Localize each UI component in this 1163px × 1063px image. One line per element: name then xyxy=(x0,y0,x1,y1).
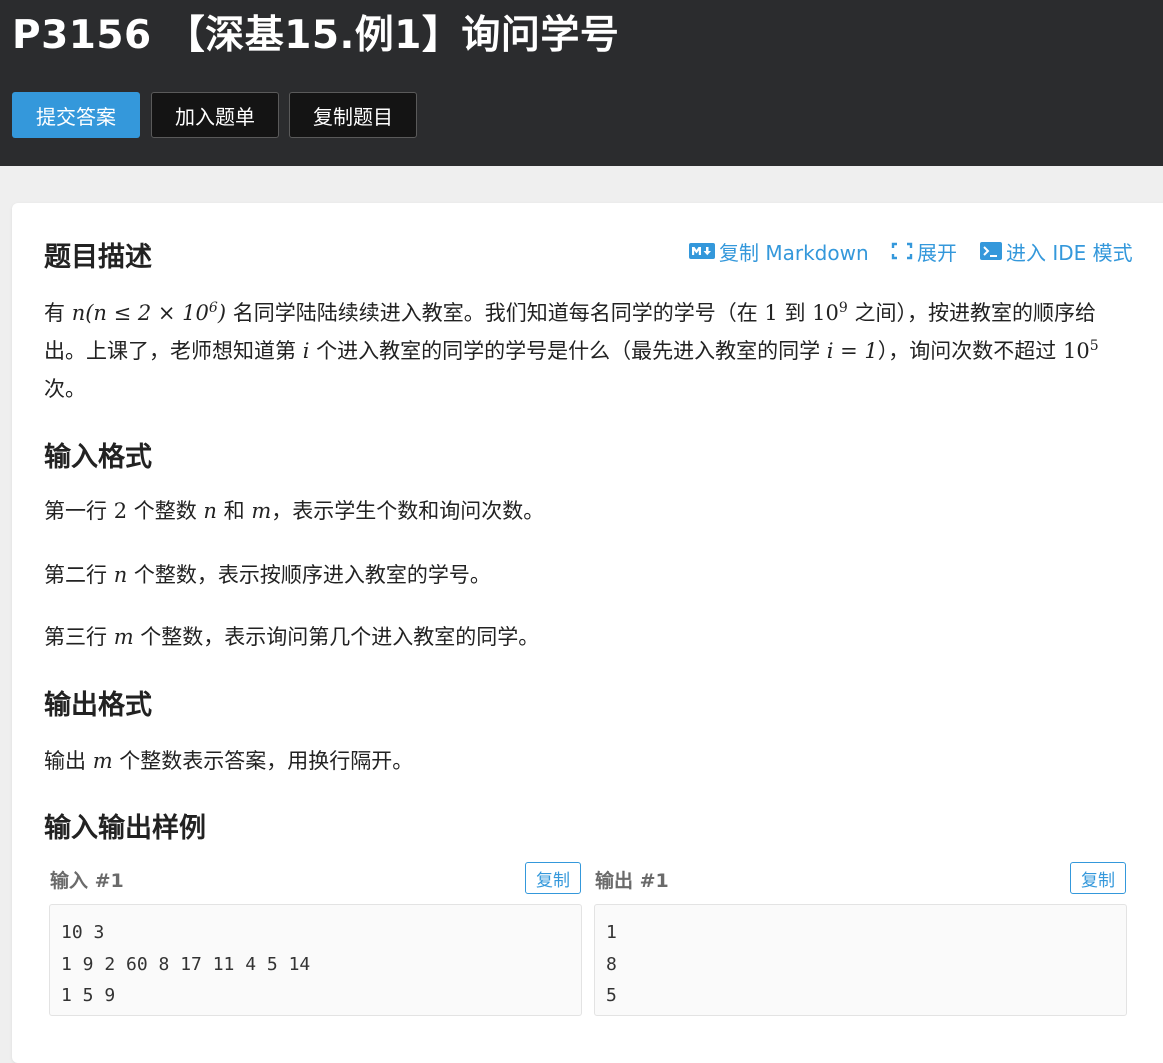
description-heading: 题目描述 xyxy=(44,242,152,273)
output-format-line-1: 输出 m 个整数表示答案，用换行隔开。 xyxy=(44,749,414,773)
sample-input-label: 输入 #1 xyxy=(50,870,124,892)
desc-text-e: 个进入教室的同学的学号是什么（最先进入教室的同学 xyxy=(309,339,827,363)
desc-math-n: n(n ≤ 2 × 106) xyxy=(71,300,227,325)
desc-math-i-eq-1: i = 1 xyxy=(826,339,878,363)
expand-label: 展开 xyxy=(917,240,957,265)
desc-text-f: ），询问次数不超过 xyxy=(877,339,1063,363)
input-format-heading: 输入格式 xyxy=(44,442,152,473)
desc-text-c: 到 xyxy=(777,301,813,325)
submit-answer-button[interactable]: 提交答案 xyxy=(12,92,140,138)
copy-output-button[interactable]: 复制 xyxy=(1070,862,1126,894)
desc-math-10-5: 105 xyxy=(1062,338,1099,363)
add-to-list-button[interactable]: 加入题单 xyxy=(151,92,279,138)
copy-problem-button[interactable]: 复制题目 xyxy=(289,92,417,138)
description-text: 有 n(n ≤ 2 × 106) 名同学陆陆续续进入教室。我们知道每名同学的学号… xyxy=(44,294,1134,408)
sample-output-label: 输出 #1 xyxy=(595,870,669,892)
problem-header: P3156 【深基15.例1】询问学号 提交答案 加入题单 复制题目 xyxy=(0,0,1163,166)
sample-output-block[interactable]: 1 8 5 xyxy=(594,904,1127,1016)
input-format-line-2: 第二行 n 个整数，表示按顺序进入教室的学号。 xyxy=(44,563,491,587)
input-format-line-3: 第三行 m 个整数，表示询问第几个进入教室的同学。 xyxy=(44,625,540,649)
samples-heading: 输入输出样例 xyxy=(44,813,206,844)
copy-markdown-label: 复制 Markdown xyxy=(719,240,869,265)
desc-text-b: 名同学陆陆续续进入教室。我们知道每名同学的学号（在 xyxy=(226,301,765,325)
markdown-icon xyxy=(689,243,715,259)
terminal-icon xyxy=(980,242,1002,260)
ide-mode-label: 进入 IDE 模式 xyxy=(1006,240,1133,265)
desc-math-10-9: 109 xyxy=(812,300,848,325)
desc-math-1: 1 xyxy=(764,301,778,325)
desc-text-g: 次。 xyxy=(44,377,86,401)
ide-mode-link[interactable]: 进入 IDE 模式 xyxy=(980,237,1133,265)
desc-text-a: 有 xyxy=(44,301,72,325)
copy-markdown-link[interactable]: 复制 Markdown xyxy=(689,237,869,265)
input-format-line-1: 第一行 2 个整数 n 和 m，表示学生个数和询问次数。 xyxy=(44,499,545,523)
sample-input-block[interactable]: 10 3 1 9 2 60 8 17 11 4 5 14 1 5 9 xyxy=(49,904,582,1016)
expand-icon xyxy=(891,242,913,260)
expand-link[interactable]: 展开 xyxy=(891,237,957,265)
problem-title: P3156 【深基15.例1】询问学号 xyxy=(12,13,620,58)
output-format-heading: 输出格式 xyxy=(44,690,152,721)
copy-input-button[interactable]: 复制 xyxy=(525,862,581,894)
